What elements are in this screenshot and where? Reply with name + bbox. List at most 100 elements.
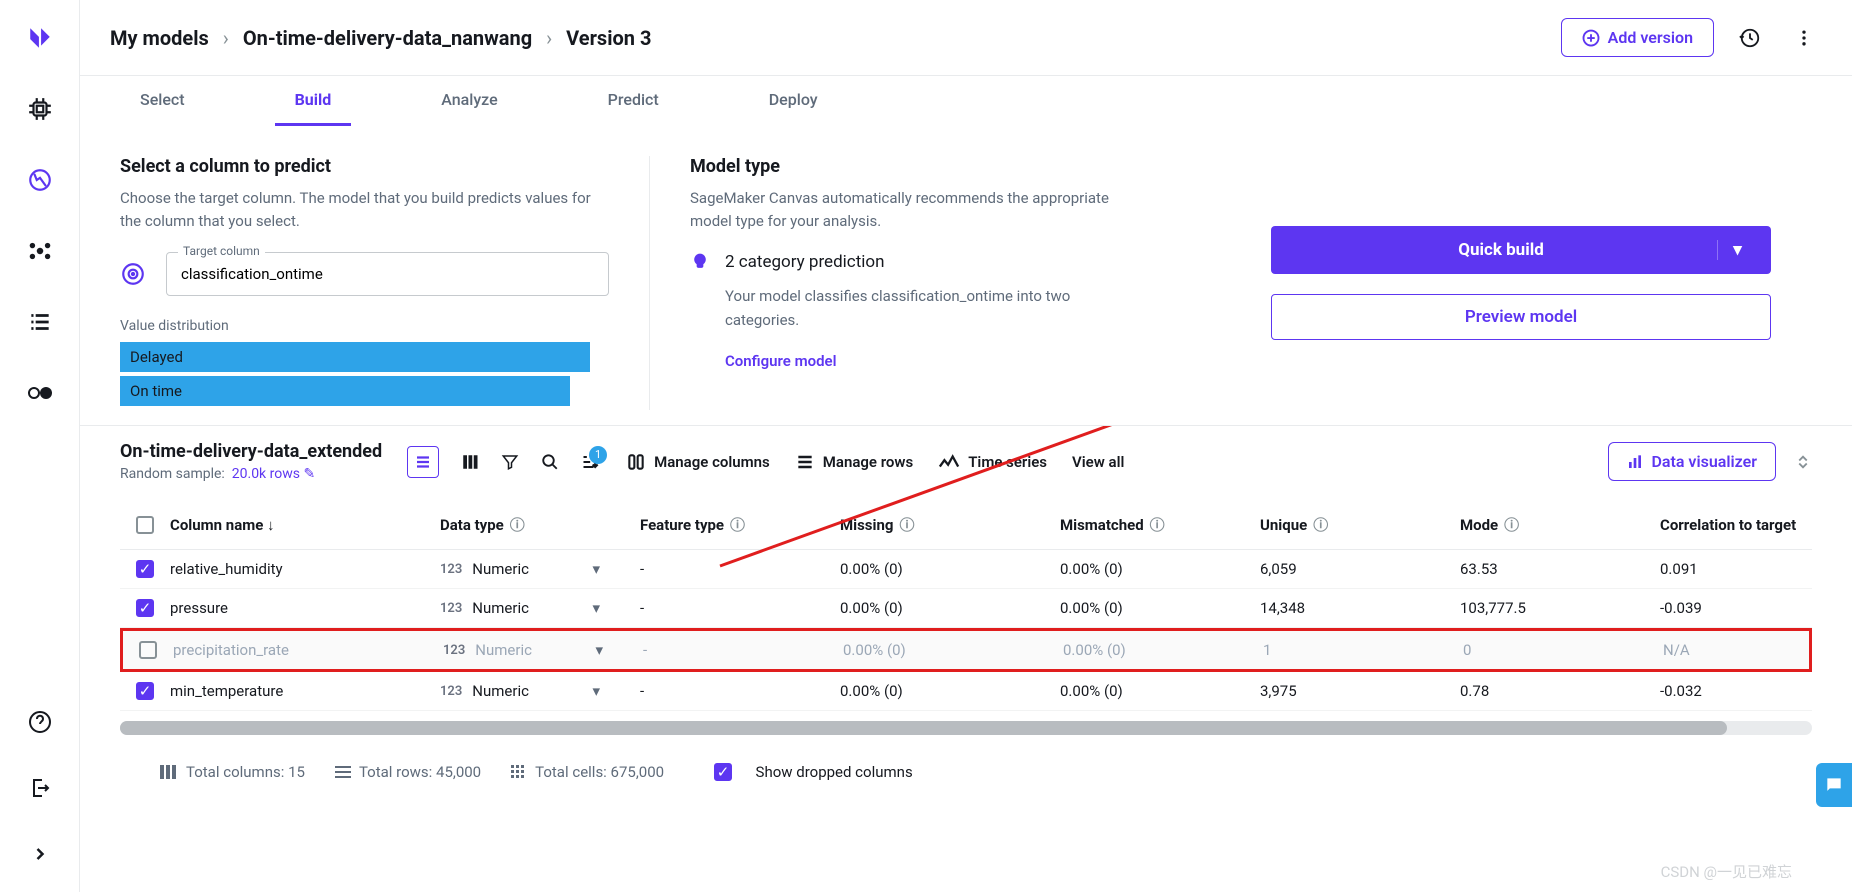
col-missing: 0.00% (0)	[843, 641, 1063, 659]
edit-icon[interactable]: ✎	[303, 466, 315, 482]
bulb-icon	[690, 252, 710, 272]
info-icon: ⓘ	[899, 514, 914, 535]
chevron-down-icon: ▾	[592, 560, 600, 578]
col-mode: 103,777.5	[1460, 599, 1660, 617]
tab-analyze[interactable]: Analyze	[421, 76, 517, 126]
grid-view-icon[interactable]	[461, 453, 479, 471]
col-corr: 0.091	[1660, 560, 1852, 578]
list-view-icon[interactable]	[407, 446, 439, 478]
bc-version[interactable]: Version 3	[566, 26, 651, 50]
col-corr: N/A	[1663, 641, 1852, 659]
info-icon: ⓘ	[510, 514, 525, 535]
col-ftype: -	[640, 682, 840, 700]
tab-select[interactable]: Select	[120, 76, 205, 126]
th-mode[interactable]: Modeⓘ	[1460, 514, 1660, 535]
col-dtype[interactable]: 123Numeric▾	[440, 560, 640, 578]
col-mismatched: 0.00% (0)	[1060, 560, 1260, 578]
col-ftype: -	[640, 560, 840, 578]
chip-icon[interactable]	[22, 91, 58, 127]
configure-link[interactable]: Configure model	[725, 352, 837, 370]
toggle-icon[interactable]	[22, 375, 58, 411]
history-icon[interactable]	[1732, 20, 1768, 56]
data-visualizer-button[interactable]: Data visualizer	[1608, 442, 1776, 481]
info-icon: ⓘ	[1313, 514, 1328, 535]
col-dtype[interactable]: 123Numeric▾	[440, 682, 640, 700]
col-mode: 0	[1463, 641, 1663, 659]
col-dtype[interactable]: 123Numeric▾	[440, 599, 640, 617]
col-unique: 6,059	[1260, 560, 1460, 578]
col-missing: 0.00% (0)	[840, 599, 1060, 617]
logo-icon[interactable]	[22, 20, 58, 56]
columns-table: Column name ↓ Data typeⓘ Feature typeⓘ M…	[120, 500, 1812, 711]
filter-icon[interactable]	[501, 453, 519, 471]
mid-title: Model type	[690, 156, 1130, 177]
manage-columns[interactable]: Manage columns	[626, 452, 770, 472]
col-corr: -0.032	[1660, 682, 1852, 700]
th-unique[interactable]: Uniqueⓘ	[1260, 514, 1460, 535]
th-name[interactable]: Column name ↓	[170, 516, 440, 534]
row-checkbox[interactable]	[139, 641, 157, 659]
vd-label: Value distribution	[120, 318, 609, 334]
row-checkbox[interactable]: ✓	[136, 682, 154, 700]
expand-icon[interactable]	[1794, 453, 1812, 471]
chevron-down-icon: ▾	[592, 599, 600, 617]
bc-root[interactable]: My models	[110, 26, 209, 50]
list-icon[interactable]	[22, 304, 58, 340]
sample-link[interactable]: 20.0k rows	[232, 466, 300, 482]
network-icon[interactable]	[22, 233, 58, 269]
col-mismatched: 0.00% (0)	[1060, 599, 1260, 617]
col-missing: 0.00% (0)	[840, 682, 1060, 700]
chevron-down-icon: ▾	[595, 641, 603, 659]
horizontal-scrollbar[interactable]	[120, 721, 1812, 735]
total-cells: Total cells: 675,000	[511, 763, 664, 781]
info-icon: ⓘ	[1504, 514, 1519, 535]
cat-title: 2 category prediction	[725, 252, 1130, 272]
col-name: relative_humidity	[170, 560, 440, 578]
table-row[interactable]: ✓ pressure 123Numeric▾ - 0.00% (0) 0.00%…	[120, 589, 1812, 628]
sidebar	[0, 0, 80, 892]
footer-stats: Total columns: 15 Total rows: 45,000 Tot…	[120, 745, 1812, 799]
sort-icon[interactable]: 1	[581, 452, 601, 472]
target-nav-icon[interactable]	[22, 162, 58, 198]
th-mismatched[interactable]: Mismatchedⓘ	[1060, 514, 1260, 535]
row-checkbox[interactable]: ✓	[136, 599, 154, 617]
th-corr[interactable]: Correlation to target	[1660, 516, 1852, 534]
table-row[interactable]: precipitation_rate 123Numeric▾ - 0.00% (…	[120, 628, 1812, 672]
tab-build[interactable]: Build	[275, 76, 352, 126]
row-checkbox[interactable]: ✓	[136, 560, 154, 578]
th-ftype[interactable]: Feature typeⓘ	[640, 514, 840, 535]
quick-build-button[interactable]: Quick build ▾	[1271, 226, 1771, 274]
target-column-input[interactable]	[166, 252, 609, 296]
tab-predict[interactable]: Predict	[588, 76, 679, 126]
tabs: Select Build Analyze Predict Deploy	[80, 76, 1852, 126]
sample-info: Random sample: 20.0k rows ✎	[120, 466, 382, 482]
show-dropped-checkbox[interactable]: ✓	[714, 763, 732, 781]
cat-sub: Your model classifies classification_ont…	[725, 284, 1130, 332]
search-icon[interactable]	[541, 453, 559, 471]
time-series[interactable]: Time series	[938, 453, 1047, 471]
chevron-right-icon: ›	[223, 26, 229, 50]
more-icon[interactable]	[1786, 20, 1822, 56]
help-icon[interactable]	[22, 704, 58, 740]
tab-deploy[interactable]: Deploy	[749, 76, 838, 126]
col-name: precipitation_rate	[173, 641, 443, 659]
col-dtype[interactable]: 123Numeric▾	[443, 641, 643, 659]
bc-project[interactable]: On-time-delivery-data_nanwang	[243, 26, 532, 50]
target-label: Target column	[178, 244, 265, 258]
chevron-right-icon[interactable]	[22, 836, 58, 872]
logout-icon[interactable]	[22, 770, 58, 806]
chevron-down-icon[interactable]: ▾	[1717, 240, 1757, 260]
col-mode: 0.78	[1460, 682, 1660, 700]
chat-icon[interactable]	[1816, 763, 1852, 807]
table-row[interactable]: ✓ min_temperature 123Numeric▾ - 0.00% (0…	[120, 672, 1812, 711]
table-row[interactable]: ✓ relative_humidity 123Numeric▾ - 0.00% …	[120, 550, 1812, 589]
manage-rows[interactable]: Manage rows	[795, 452, 913, 472]
select-all-checkbox[interactable]	[136, 516, 154, 534]
col-ftype: -	[643, 641, 843, 659]
add-version-button[interactable]: Add version	[1561, 18, 1714, 57]
preview-model-button[interactable]: Preview model	[1271, 294, 1771, 340]
th-missing[interactable]: Missingⓘ	[840, 514, 1060, 535]
col-mismatched: 0.00% (0)	[1060, 682, 1260, 700]
view-all[interactable]: View all	[1072, 453, 1124, 471]
th-dtype[interactable]: Data typeⓘ	[440, 514, 640, 535]
